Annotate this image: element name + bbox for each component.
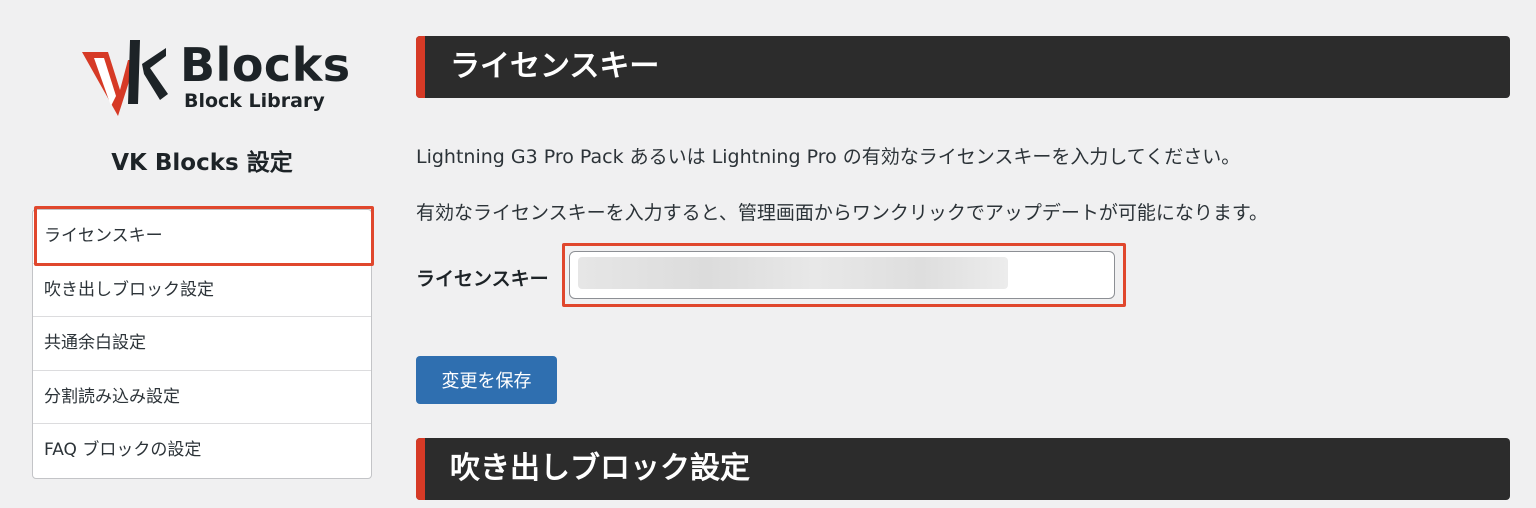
license-description-2: 有効なライセンスキーを入力すると、管理画面からワンクリックでアップデートが可能に…	[416, 202, 1268, 224]
license-section-header: ライセンスキー	[416, 36, 1510, 98]
settings-title: VK Blocks 設定	[111, 150, 293, 176]
vk-logo-icon	[82, 40, 168, 116]
logo-subtitle: Block Library	[184, 90, 325, 112]
license-description-1: Lightning G3 Pro Pack あるいは Lightning Pro…	[416, 146, 1241, 168]
license-key-label: ライセンスキー	[416, 268, 549, 290]
balloon-section-header: 吹き出しブロック設定	[416, 438, 1510, 500]
settings-sidebar: Blocks Block Library VK Blocks 設定 ライセンスキ…	[32, 0, 372, 508]
license-key-input[interactable]	[569, 251, 1115, 299]
nav-item-faq-block[interactable]: FAQ ブロックの設定	[33, 424, 371, 478]
settings-nav: ライセンスキー 吹き出しブロック設定 共通余白設定 分割読み込み設定 FAQ ブ…	[32, 209, 372, 479]
nav-item-common-margin[interactable]: 共通余白設定	[33, 317, 371, 371]
vk-blocks-logo: Blocks Block Library	[80, 34, 350, 118]
main-content: ライセンスキー Lightning G3 Pro Pack あるいは Light…	[416, 0, 1510, 508]
logo-title: Blocks	[180, 38, 351, 92]
save-changes-button[interactable]: 変更を保存	[416, 356, 557, 404]
nav-item-balloon-block[interactable]: 吹き出しブロック設定	[33, 264, 371, 317]
section-accent-bar	[416, 438, 425, 500]
balloon-section-heading: 吹き出しブロック設定	[450, 451, 750, 486]
nav-item-split-loading[interactable]: 分割読み込み設定	[33, 371, 371, 424]
license-section-heading: ライセンスキー	[450, 49, 660, 84]
section-accent-bar	[416, 36, 425, 98]
nav-item-license-key[interactable]: ライセンスキー	[33, 210, 371, 264]
